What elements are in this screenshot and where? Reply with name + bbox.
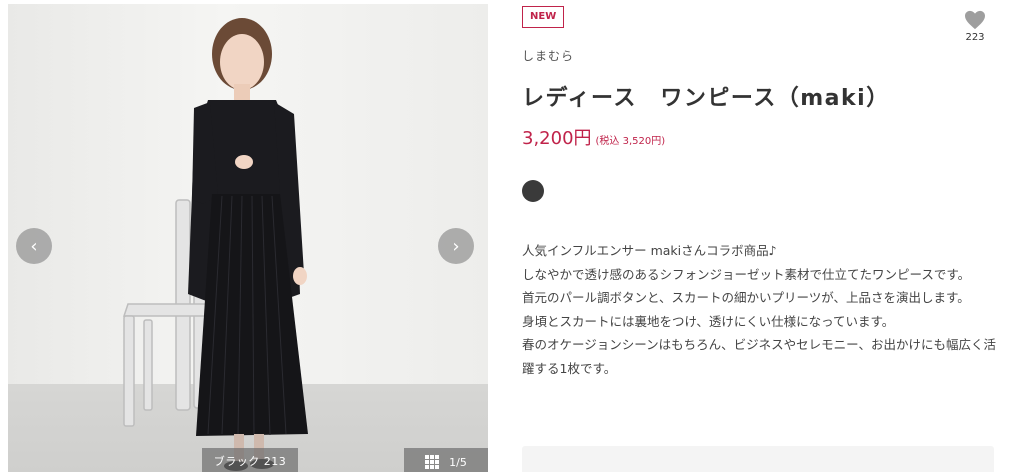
- new-badge: NEW: [522, 6, 565, 28]
- chevron-right-icon: ›: [452, 235, 460, 257]
- grid-icon: [425, 455, 440, 469]
- price-line: 3,200円 (税込 3,520円): [522, 124, 665, 150]
- model-figure: [188, 18, 308, 471]
- price: 3,200円: [522, 128, 592, 149]
- chevron-left-icon: ‹: [30, 235, 38, 257]
- description-line: 身頃とスカートには裏地をつけ、透けにくい仕様になっています。: [522, 313, 895, 329]
- color-swatch-black[interactable]: [522, 180, 544, 202]
- brand-name: しまむら: [522, 49, 575, 63]
- favorite-count: 223: [965, 32, 985, 43]
- heart-icon: [965, 10, 985, 30]
- notice-box: [522, 446, 994, 472]
- product-image-gallery[interactable]: ‹ › ブラック 213 1/5: [8, 4, 488, 472]
- product-title: レディース ワンピース（maki）: [522, 86, 890, 111]
- product-description: 人気インフルエンサー makiさんコラボ商品♪ しなやかで透け感のあるシフォンジ…: [522, 239, 998, 380]
- color-caption: ブラック 213: [202, 448, 298, 472]
- description-line: 春のオケージョンシーンはもちろん、ビジネスやセレモニー、お出かけにも幅広く活躍す…: [522, 337, 997, 376]
- product-photo: [122, 18, 308, 471]
- description-line: しなやかで透け感のあるシフォンジョーゼット素材で仕立てたワンピースです。: [522, 266, 971, 282]
- description-line: 首元のパール調ボタンと、スカートの細かいプリーツが、上品さを演出します。: [522, 290, 970, 305]
- price-with-tax: (税込 3,520円): [595, 136, 666, 147]
- favorite-button[interactable]: 223: [960, 10, 990, 43]
- next-image-button[interactable]: ›: [438, 228, 474, 264]
- image-list-button[interactable]: 1/5: [404, 448, 488, 472]
- description-line: 人気インフルエンサー makiさんコラボ商品♪: [522, 243, 777, 258]
- previous-image-button[interactable]: ‹: [16, 228, 52, 264]
- image-counter: 1/5: [449, 455, 467, 469]
- product-info: NEW 223 しまむら レディース ワンピース（maki） 3,200円 (税込…: [522, 0, 1002, 472]
